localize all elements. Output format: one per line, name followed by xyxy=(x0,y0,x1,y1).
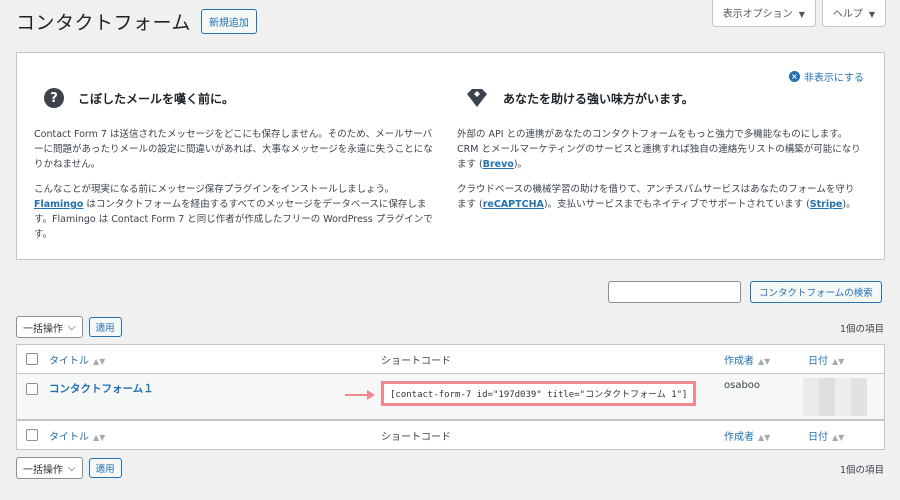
recaptcha-link[interactable]: reCAPTCHA xyxy=(483,199,544,210)
stripe-link[interactable]: Stripe xyxy=(810,199,843,210)
gem-icon xyxy=(467,89,487,107)
screen-options-label: 表示オプション xyxy=(722,9,793,20)
arrow-right-icon xyxy=(345,390,375,400)
shortcode-text[interactable]: [contact-form-7 id="197d039" title="コンタク… xyxy=(381,381,697,406)
column-author-header[interactable]: 作成者 ▲▼ xyxy=(724,352,770,367)
flamingo-link[interactable]: Flamingo xyxy=(34,199,83,210)
search-button[interactable]: コンタクトフォームの検索 xyxy=(750,281,882,303)
table-row: コンタクトフォーム１ [contact-form-7 id="197d039" … xyxy=(17,374,884,420)
screen-options-button[interactable]: 表示オプション ▼ xyxy=(711,0,816,27)
bulk-action-select[interactable]: 一括操作 ⌵ xyxy=(16,316,83,338)
column-title-footer[interactable]: タイトル ▲▼ xyxy=(49,428,105,443)
select-all-checkbox[interactable] xyxy=(26,353,38,365)
column-author-footer[interactable]: 作成者 ▲▼ xyxy=(724,428,770,443)
welcome-left-paragraph-1: Contact Form 7 は送信されたメッセージをどこにも保存しません。その… xyxy=(34,129,433,170)
welcome-left-title: こぼしたメールを嘆く前に。 xyxy=(78,91,235,106)
dismiss-link[interactable]: × 非表示にする xyxy=(788,69,864,84)
contact-forms-table: タイトル ▲▼ ショートコード 作成者 ▲▼ 日付 ▲▼ コンタクトフォーム１ [co… xyxy=(16,344,885,450)
item-count: 1個の項目 xyxy=(839,324,884,335)
close-circle-icon: × xyxy=(788,71,800,82)
chevron-down-icon: ⌵ xyxy=(68,462,76,474)
blurred-date xyxy=(803,378,867,416)
caret-down-icon: ▼ xyxy=(868,10,875,19)
column-shortcode-header: ショートコード xyxy=(381,355,451,367)
help-label: ヘルプ xyxy=(832,9,863,20)
add-new-button[interactable]: 新規追加 xyxy=(200,9,257,34)
page-header: コンタクトフォーム 新規追加 xyxy=(16,8,257,35)
welcome-column-flamingo: ? こぼしたメールを嘆く前に。 Contact Form 7 は送信されたメッセ… xyxy=(34,87,439,252)
bulk-action-select-bottom[interactable]: 一括操作 ⌵ xyxy=(16,457,83,479)
bulk-action-label: 一括操作 xyxy=(23,323,63,335)
page-title: コンタクトフォーム xyxy=(16,12,191,34)
sort-icon: ▲▼ xyxy=(832,356,845,366)
sort-icon: ▲▼ xyxy=(758,432,771,442)
sort-icon: ▲▼ xyxy=(758,356,771,366)
welcome-left-paragraph-2: こんなことが現実になる前にメッセージ保存プラグインをインストールしましょう。 Fl… xyxy=(34,184,433,240)
bulk-actions-top: 一括操作 ⌵ 適用 xyxy=(16,316,122,338)
welcome-right-paragraph-1: 外部の API との連携があなたのコンタクトフォームをもっと強力で多機能なものに… xyxy=(457,129,861,170)
form-title-link[interactable]: コンタクトフォーム１ xyxy=(49,381,154,396)
select-all-checkbox-bottom[interactable] xyxy=(26,429,38,441)
welcome-panel: × 非表示にする ? こぼしたメールを嘆く前に。 Contact Form 7 … xyxy=(16,52,885,260)
table-footer-row: タイトル ▲▼ ショートコード 作成者 ▲▼ 日付 ▲▼ xyxy=(17,420,884,449)
sort-icon: ▲▼ xyxy=(832,432,845,442)
help-button[interactable]: ヘルプ ▼ xyxy=(821,0,886,27)
screen-meta-links: 表示オプション ▼ ヘルプ ▼ xyxy=(711,0,886,27)
dismiss-label: 非表示にする xyxy=(803,73,864,84)
chevron-down-icon: ⌵ xyxy=(68,321,76,333)
column-shortcode-footer: ショートコード xyxy=(381,431,451,443)
bulk-actions-bottom: 一括操作 ⌵ 適用 xyxy=(16,457,122,479)
apply-button[interactable]: 適用 xyxy=(88,317,122,337)
sort-icon: ▲▼ xyxy=(93,432,106,442)
question-icon: ? xyxy=(44,88,64,108)
column-date-header[interactable]: 日付 ▲▼ xyxy=(808,352,844,367)
welcome-right-paragraph-2: クラウドベースの機械学習の助けを借りて、アンチスパムサービスはあなたのフォームを… xyxy=(457,184,856,210)
brevo-link[interactable]: Brevo xyxy=(483,159,514,170)
item-count-bottom: 1個の項目 xyxy=(839,465,884,476)
column-title-header[interactable]: タイトル ▲▼ xyxy=(49,352,105,367)
welcome-column-integration: あなたを助ける強い味方がいます。 外部の API との連携があなたのコンタクトフ… xyxy=(457,87,862,222)
welcome-right-title: あなたを助ける強い味方がいます。 xyxy=(503,91,694,106)
apply-button-bottom[interactable]: 適用 xyxy=(88,458,122,478)
author-value: osaboo xyxy=(724,380,761,391)
row-checkbox[interactable] xyxy=(26,383,38,395)
bulk-action-label: 一括操作 xyxy=(23,464,63,476)
search-input[interactable] xyxy=(608,281,741,303)
caret-down-icon: ▼ xyxy=(798,10,805,19)
column-date-footer[interactable]: 日付 ▲▼ xyxy=(808,428,844,443)
table-header-row: タイトル ▲▼ ショートコード 作成者 ▲▼ 日付 ▲▼ xyxy=(17,345,884,374)
sort-icon: ▲▼ xyxy=(93,356,106,366)
